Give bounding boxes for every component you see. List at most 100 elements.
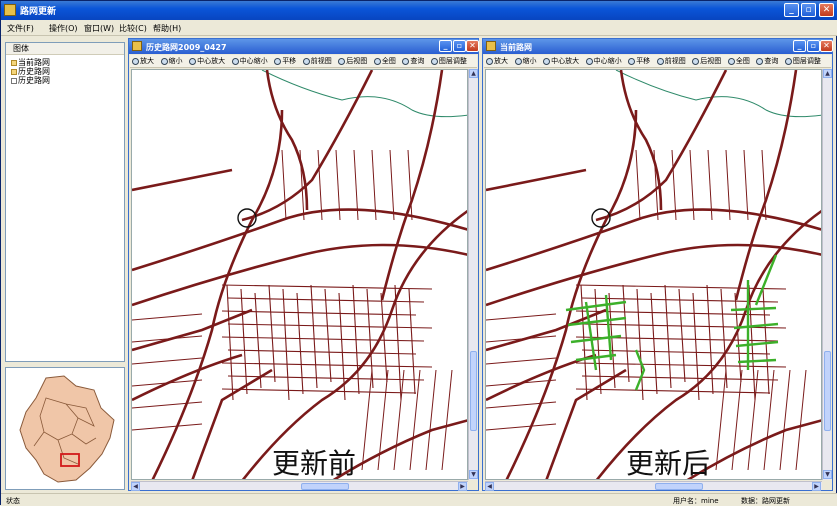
- zoom-in-icon: [486, 57, 493, 65]
- minor-road: [486, 313, 557, 321]
- minimize-button[interactable]: _: [793, 40, 806, 52]
- layer-item-history[interactable]: 历史路网: [11, 67, 50, 76]
- menu-window[interactable]: 窗口(W): [84, 23, 114, 34]
- forward-arrow-icon: [692, 57, 700, 65]
- close-button[interactable]: ✕: [820, 40, 833, 52]
- new-road: [634, 349, 646, 391]
- close-button[interactable]: ✕: [466, 40, 479, 52]
- scroll-thumb[interactable]: [824, 351, 831, 431]
- scroll-right-arrow[interactable]: ▶: [458, 482, 467, 491]
- back-arrow-icon: [656, 57, 664, 65]
- zoom-out-button[interactable]: 缩小: [159, 55, 185, 67]
- menu-help[interactable]: 帮助(H): [153, 23, 181, 34]
- query-button[interactable]: 查询: [754, 55, 780, 67]
- new-road: [584, 301, 598, 371]
- minor-road: [635, 149, 641, 221]
- minor-road: [361, 369, 373, 471]
- folder-icon: [11, 59, 17, 66]
- history-window-title: 历史路网2009_0427: [146, 43, 227, 52]
- scroll-left-arrow[interactable]: ◀: [485, 482, 494, 491]
- minor-road: [575, 388, 771, 394]
- current-map-toolbar: 放大 缩小 中心放大 中心缩小 平移 前视图 后视图 全图 查询 图层调整: [484, 55, 831, 68]
- next-view-button[interactable]: 后视图: [690, 55, 723, 67]
- scroll-down-arrow[interactable]: ▼: [469, 470, 478, 479]
- minor-road: [226, 284, 234, 401]
- major-road: [151, 109, 284, 479]
- scroll-thumb[interactable]: [470, 351, 477, 431]
- minor-road: [779, 369, 791, 471]
- next-view-button[interactable]: 后视图: [336, 55, 369, 67]
- vertical-scrollbar[interactable]: ▲ ▼: [468, 69, 478, 480]
- close-button[interactable]: ✕: [819, 3, 834, 17]
- minor-road: [310, 284, 318, 389]
- history-road-map[interactable]: 更新前: [131, 69, 468, 480]
- minor-road: [389, 149, 395, 221]
- minor-road: [227, 349, 417, 355]
- before-update-label: 更新前: [272, 447, 357, 480]
- maximize-button[interactable]: ▫: [807, 40, 820, 52]
- horizontal-scrollbar[interactable]: ◀ ▶: [131, 481, 468, 491]
- current-road-map[interactable]: 更新后: [485, 69, 822, 480]
- center-zoom-in-button[interactable]: 中心放大: [187, 55, 227, 67]
- maximize-button[interactable]: ▫: [801, 3, 816, 17]
- layer-adjust-button[interactable]: 图层调整: [429, 55, 469, 67]
- pan-button[interactable]: 平移: [272, 55, 298, 67]
- layer-adjust-button[interactable]: 图层调整: [783, 55, 823, 67]
- road-network-graphic: [486, 70, 821, 479]
- after-update-label: 更新后: [626, 447, 711, 480]
- maximize-button[interactable]: ▫: [453, 40, 466, 52]
- minor-road: [317, 149, 323, 221]
- current-window-titlebar: 当前路网 _ ▫ ✕: [483, 39, 833, 54]
- minor-road: [650, 292, 658, 395]
- center-zoom-out-icon: [585, 57, 593, 65]
- overview-map[interactable]: [5, 367, 125, 490]
- center-zoom-out-button[interactable]: 中心缩小: [584, 55, 624, 67]
- full-extent-button[interactable]: 全图: [726, 55, 752, 67]
- history-map-window: 历史路网2009_0427 _ ▫ ✕ 放大 缩小 中心放大 中心缩小 平移 前…: [128, 38, 479, 491]
- layer-item-history-2[interactable]: 历史路网: [11, 76, 50, 85]
- pan-button[interactable]: 平移: [626, 55, 652, 67]
- layer-item-current[interactable]: 当前路网: [11, 58, 50, 67]
- zoom-in-button[interactable]: 放大: [484, 55, 510, 67]
- minimize-button[interactable]: _: [784, 3, 799, 17]
- minor-road: [486, 357, 557, 365]
- scroll-down-arrow[interactable]: ▼: [823, 470, 832, 479]
- scroll-up-arrow[interactable]: ▲: [823, 69, 832, 78]
- scroll-thumb[interactable]: [301, 483, 349, 490]
- center-zoom-out-button[interactable]: 中心缩小: [230, 55, 270, 67]
- minor-road: [254, 292, 262, 389]
- zoom-out-button[interactable]: 缩小: [513, 55, 539, 67]
- status-bar: 状态 用户名：mine 数据：路网更新: [1, 493, 837, 506]
- scroll-up-arrow[interactable]: ▲: [469, 69, 478, 78]
- previous-view-button[interactable]: 前视图: [301, 55, 334, 67]
- hand-icon: [274, 57, 282, 65]
- globe-icon: [373, 57, 381, 65]
- minimize-button[interactable]: _: [439, 40, 452, 52]
- zoom-in-button[interactable]: 放大: [130, 55, 156, 67]
- scroll-right-arrow[interactable]: ▶: [812, 482, 821, 491]
- menu-operate[interactable]: 操作(O): [49, 23, 78, 34]
- road-network-graphic: [132, 70, 467, 479]
- menu-compare[interactable]: 比较(C): [119, 23, 147, 34]
- minor-road: [747, 369, 759, 471]
- full-extent-button[interactable]: 全图: [372, 55, 398, 67]
- vertical-scrollbar[interactable]: ▲ ▼: [822, 69, 832, 480]
- major-road: [595, 209, 821, 479]
- minor-road: [664, 284, 672, 389]
- scroll-left-arrow[interactable]: ◀: [131, 482, 140, 491]
- minor-road: [743, 149, 749, 221]
- minor-road: [425, 369, 437, 471]
- scroll-thumb[interactable]: [655, 483, 703, 490]
- minor-road: [132, 313, 203, 321]
- menu-file[interactable]: 文件(F): [7, 23, 34, 34]
- center-zoom-in-button[interactable]: 中心放大: [541, 55, 581, 67]
- minor-road: [762, 288, 770, 395]
- checkbox-icon[interactable]: [11, 77, 17, 84]
- horizontal-scrollbar[interactable]: ◀ ▶: [485, 481, 822, 491]
- query-button[interactable]: 查询: [400, 55, 426, 67]
- minor-road: [715, 369, 727, 471]
- previous-view-button[interactable]: 前视图: [655, 55, 688, 67]
- menu-bar: 文件(F) 操作(O) 窗口(W) 比较(C) 帮助(H): [1, 20, 837, 36]
- major-road: [132, 353, 243, 402]
- minor-road: [795, 369, 807, 471]
